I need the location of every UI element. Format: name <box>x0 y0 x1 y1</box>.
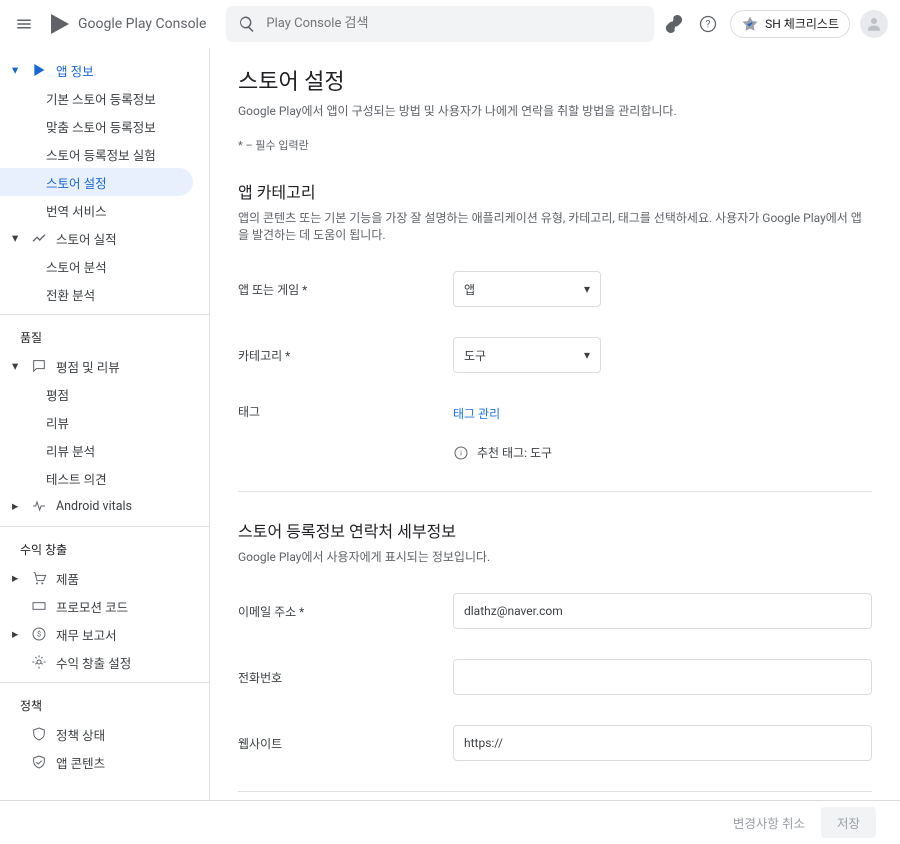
divider <box>238 491 872 492</box>
help-icon[interactable]: ? <box>696 12 720 36</box>
sidebar-item-app-content[interactable]: 앱 콘텐츠 <box>0 748 209 776</box>
sidebar-item-policy-status[interactable]: 정책 상태 <box>0 720 209 748</box>
sidebar-item-custom-listing[interactable]: 맞춤 스토어 등록정보 <box>0 112 209 140</box>
input-email[interactable] <box>453 593 872 629</box>
sidebar-item-financial[interactable]: ▸ $ 재무 보고서 <box>0 620 209 648</box>
label-tag: 태그 <box>238 403 453 420</box>
sidebar-item-products[interactable]: ▸ 제품 <box>0 564 209 592</box>
sidebar-item-store-perf[interactable]: ▾ 스토어 실적 <box>0 224 209 252</box>
gear-icon <box>30 653 48 671</box>
sidebar-item-ratings-reviews[interactable]: ▾ 평점 및 리뷰 <box>0 352 209 380</box>
label-website: 웹사이트 <box>238 735 453 752</box>
avatar-icon <box>865 15 883 33</box>
message-icon <box>30 357 48 375</box>
logo[interactable]: Google Play Console <box>48 12 206 36</box>
shield-check-icon <box>30 753 48 771</box>
link-icon[interactable] <box>662 12 686 36</box>
sidebar-item-conversion-analysis[interactable]: 전환 분석 <box>0 280 209 308</box>
svg-text:?: ? <box>706 19 711 30</box>
sidebar-section-monetize: 수익 창출 <box>0 526 209 564</box>
ticket-icon <box>30 597 48 615</box>
chevron-down-icon: ▾ <box>12 62 22 78</box>
sidebar-item-ratings[interactable]: 평점 <box>0 380 209 408</box>
chevron-right-icon: ▸ <box>12 570 22 586</box>
checklist-chip[interactable]: SH 체크리스트 <box>730 10 850 38</box>
page-title: 스토어 설정 <box>238 64 872 96</box>
menu-icon[interactable] <box>12 12 36 36</box>
label-phone: 전화번호 <box>238 669 453 686</box>
required-note: * – 필수 입력란 <box>238 137 872 153</box>
save-button[interactable]: 저장 <box>821 807 876 838</box>
play-icon <box>30 61 48 79</box>
link-tag-manage[interactable]: 태그 관리 <box>453 407 500 421</box>
trend-icon <box>30 229 48 247</box>
select-category[interactable]: 도구 ▾ <box>453 337 601 373</box>
chevron-right-icon: ▸ <box>12 626 22 642</box>
sidebar-item-listing-experiment[interactable]: 스토어 등록정보 실험 <box>0 140 209 168</box>
checklist-icon <box>741 15 759 33</box>
info-icon: i <box>453 445 469 461</box>
logo-text: Google Play Console <box>78 16 206 32</box>
search-icon <box>238 15 256 33</box>
sidebar-label: 앱 정보 <box>56 61 94 80</box>
discard-button[interactable]: 변경사항 취소 <box>733 813 805 832</box>
sidebar: ▾ 앱 정보 기본 스토어 등록정보 맞춤 스토어 등록정보 스토어 등록정보 … <box>0 48 210 844</box>
dollar-icon: $ <box>30 625 48 643</box>
play-logo-icon <box>48 12 72 36</box>
search-input[interactable] <box>266 16 642 31</box>
section-desc-category: 앱의 콘텐츠 또는 기본 기능을 가장 잘 설명하는 애플리케이션 유형, 카테… <box>238 209 872 243</box>
chevron-down-icon: ▾ <box>584 348 590 362</box>
section-desc-contact: Google Play에서 사용자에게 표시되는 정보입니다. <box>238 548 872 565</box>
sidebar-item-store-analysis[interactable]: 스토어 분석 <box>0 252 209 280</box>
page-subtitle: Google Play에서 앱이 구성되는 방법 및 사용자가 나에게 연락을 … <box>238 102 872 119</box>
label-email: 이메일 주소 * <box>238 603 453 620</box>
label-app-or-game: 앱 또는 게임 * <box>238 281 453 298</box>
chevron-down-icon: ▾ <box>584 282 590 296</box>
checklist-label: SH 체크리스트 <box>765 15 839 32</box>
sidebar-item-monetize-setup[interactable]: 수익 창출 설정 <box>0 648 209 676</box>
label-category: 카테고리 * <box>238 347 453 364</box>
svg-text:i: i <box>460 448 462 457</box>
chevron-down-icon: ▾ <box>12 358 22 374</box>
select-value: 앱 <box>464 281 475 298</box>
footer-bar: 변경사항 취소 저장 <box>0 800 900 844</box>
sidebar-item-reviews[interactable]: 리뷰 <box>0 408 209 436</box>
divider <box>238 791 872 792</box>
chevron-down-icon: ▾ <box>12 230 22 246</box>
vitals-icon <box>30 497 48 515</box>
sidebar-section-quality: 품질 <box>0 314 209 352</box>
avatar[interactable] <box>860 10 888 38</box>
shield-icon <box>30 725 48 743</box>
sidebar-item-android-vitals[interactable]: ▸ Android vitals <box>0 492 209 520</box>
svg-text:$: $ <box>37 630 41 639</box>
sidebar-item-basic-listing[interactable]: 기본 스토어 등록정보 <box>0 84 209 112</box>
input-website[interactable] <box>453 725 872 761</box>
section-title-contact: 스토어 등록정보 연락처 세부정보 <box>238 518 872 542</box>
sidebar-item-promo[interactable]: 프로모션 코드 <box>0 592 209 620</box>
input-phone[interactable] <box>453 659 872 695</box>
tag-hint-text: 추천 태그: 도구 <box>477 444 552 461</box>
section-title-category: 앱 카테고리 <box>238 179 872 203</box>
sidebar-item-app-info[interactable]: ▾ 앱 정보 <box>0 56 209 84</box>
chevron-right-icon: ▸ <box>12 498 22 514</box>
sidebar-item-review-analysis[interactable]: 리뷰 분석 <box>0 436 209 464</box>
sidebar-item-test-feedback[interactable]: 테스트 의견 <box>0 464 209 492</box>
select-app-or-game[interactable]: 앱 ▾ <box>453 271 601 307</box>
sidebar-item-translation[interactable]: 번역 서비스 <box>0 196 209 224</box>
sidebar-section-policy: 정책 <box>0 682 209 720</box>
sidebar-item-store-settings[interactable]: 스토어 설정 <box>0 168 193 196</box>
search-bar[interactable] <box>226 6 654 42</box>
main-content: 스토어 설정 Google Play에서 앱이 구성되는 방법 및 사용자가 나… <box>210 48 900 800</box>
select-value: 도구 <box>464 347 486 364</box>
cart-icon <box>30 569 48 587</box>
